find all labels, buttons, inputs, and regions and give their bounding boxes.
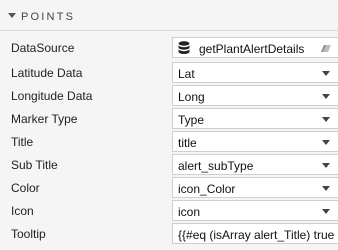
dropdown-arrow-icon[interactable] [322, 140, 330, 145]
section-title: POINTS [21, 11, 76, 23]
datasource-label: DataSource [11, 41, 75, 55]
dropdown-arrow-icon[interactable] [322, 186, 330, 191]
datasource-field[interactable]: getPlantAlertDetails [172, 37, 338, 58]
row-sub-title: Sub Title alert_subType [0, 154, 338, 177]
row-latitude-data: Latitude Data Lat [0, 62, 338, 85]
sub-title-value: alert_subType [178, 159, 254, 173]
tooltip-input[interactable]: {{#eq (isArray alert_Title) true [172, 223, 338, 244]
marker-type-label: Marker Type [11, 112, 78, 126]
latitude-data-select[interactable]: Lat [172, 62, 338, 83]
dropdown-arrow-icon[interactable] [322, 117, 330, 122]
properties-panel: POINTS DataSource getPlantAlertDetails L… [0, 0, 338, 250]
row-longitude-data: Longitude Data Long [0, 85, 338, 108]
title-select[interactable]: title [172, 131, 338, 152]
tooltip-label: Tooltip [11, 227, 46, 241]
icon-value: icon [178, 205, 201, 219]
points-section-header[interactable]: POINTS [0, 0, 338, 36]
row-datasource: DataSource getPlantAlertDetails [0, 37, 338, 60]
title-value: title [178, 136, 197, 150]
longitude-data-value: Long [178, 90, 205, 104]
dropdown-arrow-icon[interactable] [322, 71, 330, 76]
longitude-data-select[interactable]: Long [172, 85, 338, 106]
dropdown-arrow-icon[interactable] [322, 94, 330, 99]
marker-type-select[interactable]: Type [172, 108, 338, 129]
icon-select[interactable]: icon [172, 200, 338, 221]
color-select[interactable]: icon_Color [172, 177, 338, 198]
row-color: Color icon_Color [0, 177, 338, 200]
dropdown-arrow-icon[interactable] [322, 209, 330, 214]
sub-title-label: Sub Title [11, 158, 58, 172]
row-marker-type: Marker Type Type [0, 108, 338, 131]
color-label: Color [11, 181, 40, 195]
longitude-data-label: Longitude Data [11, 89, 93, 103]
icon-label: Icon [11, 204, 34, 218]
row-tooltip: Tooltip {{#eq (isArray alert_Title) true [0, 223, 338, 246]
row-icon: Icon icon [0, 200, 338, 223]
database-icon [178, 41, 190, 54]
row-title: Title title [0, 131, 338, 154]
color-value: icon_Color [178, 182, 236, 196]
marker-type-value: Type [178, 113, 205, 127]
latitude-data-value: Lat [178, 67, 195, 81]
tooltip-value: {{#eq (isArray alert_Title) true [178, 228, 335, 242]
section-divider [0, 30, 338, 31]
collapse-caret-icon[interactable] [8, 13, 16, 18]
dropdown-arrow-icon[interactable] [322, 163, 330, 168]
title-label: Title [11, 135, 34, 149]
eraser-icon[interactable] [320, 44, 332, 53]
sub-title-select[interactable]: alert_subType [172, 154, 338, 175]
datasource-value: getPlantAlertDetails [199, 42, 305, 56]
latitude-data-label: Latitude Data [11, 66, 83, 80]
